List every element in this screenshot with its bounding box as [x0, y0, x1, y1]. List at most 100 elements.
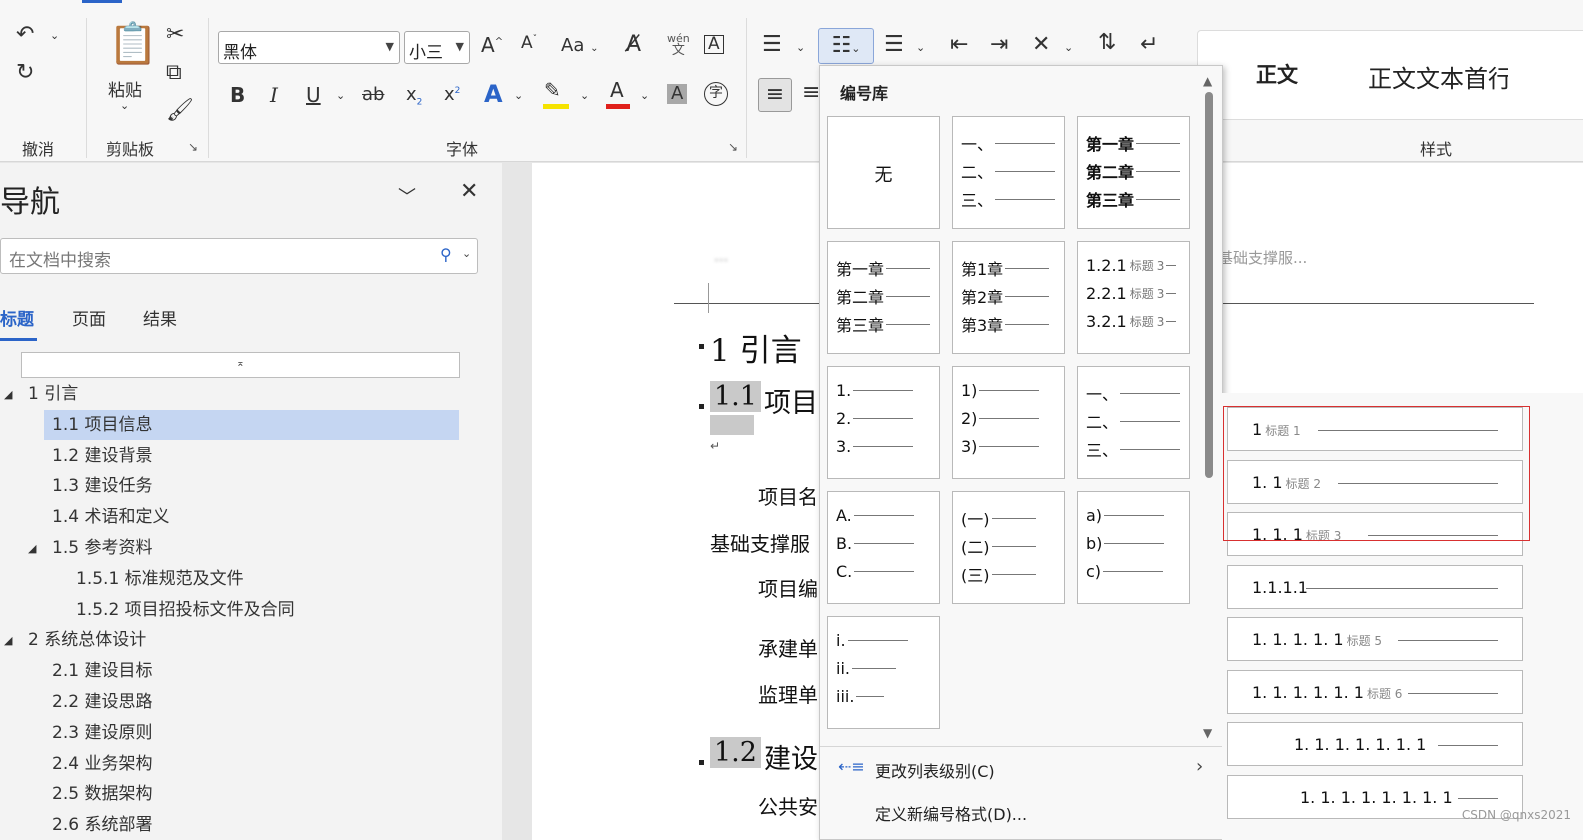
highlight-icon[interactable]: ✎	[544, 80, 561, 100]
tab-results[interactable]: 结果	[143, 305, 177, 330]
char-border-button[interactable]: A	[704, 35, 724, 54]
scroll-down-icon[interactable]: ▼	[1203, 726, 1212, 740]
undo-dropdown-icon[interactable]: ⌄	[50, 30, 59, 41]
numbering-format-cell[interactable]: (一) (二) (三)	[952, 491, 1065, 604]
font-family-combo[interactable]: 黑体 ▼	[218, 31, 400, 64]
paste-dropdown-icon[interactable]: ⌄	[120, 100, 129, 111]
show-marks-icon[interactable]: ↵	[1140, 34, 1158, 56]
list-level-cell[interactable]: 1. 1. 1. 1. 1 标题 5	[1227, 617, 1523, 661]
highlight-dropdown-icon[interactable]: ⌄	[580, 90, 589, 101]
numbering-format-cell[interactable]: A. B. C.	[827, 491, 940, 604]
underline-button[interactable]: U	[306, 85, 321, 105]
multilevel-dropdown-icon[interactable]: ⌄	[916, 42, 925, 53]
numbering-format-cell[interactable]: 第一章 第二章 第三章	[827, 241, 940, 354]
nav-heading-item[interactable]: 1.4 术语和定义	[44, 502, 177, 532]
font-launcher-icon[interactable]: ↘	[728, 140, 738, 154]
italic-button[interactable]: I	[270, 85, 278, 105]
grow-font-button[interactable]: A^	[481, 35, 503, 55]
nav-heading-item[interactable]: 2.5 数据架构	[44, 779, 160, 809]
collapse-all-bar[interactable]: ⌅	[21, 352, 460, 378]
font-color-dropdown-icon[interactable]: ⌄	[640, 90, 649, 101]
nav-heading-item[interactable]: 1.5 参考资料	[44, 533, 160, 563]
scroll-thumb[interactable]	[1205, 92, 1213, 478]
font-color-button[interactable]: A	[610, 80, 624, 100]
numbering-format-cell[interactable]: 一、 二、 三、	[952, 116, 1065, 229]
cut-icon[interactable]: ✂	[166, 24, 184, 46]
char-shading-button[interactable]: A	[667, 84, 688, 104]
numbering-format-cell[interactable]: a) b) c)	[1077, 491, 1190, 604]
bullets-icon[interactable]: ☰	[762, 34, 782, 56]
paste-button[interactable]: 粘贴	[108, 76, 142, 101]
clear-format-icon[interactable]: A̸	[626, 34, 641, 56]
text-effects-dropdown-icon[interactable]: ⌄	[514, 90, 523, 101]
subscript-button[interactable]: x2	[406, 86, 422, 108]
phonetic-guide-button[interactable]: wén 文	[667, 33, 690, 57]
asian-layout-icon[interactable]: ✕	[1032, 34, 1050, 56]
undo-icon[interactable]: ↶	[16, 24, 34, 46]
nav-heading-item[interactable]: 1.3 建设任务	[44, 471, 160, 501]
change-list-level-item[interactable]: ⇠≡ 更改列表级别(C) ›	[820, 747, 1224, 789]
numbering-format-cell[interactable]: 一、 二、 三、	[1077, 366, 1190, 479]
bold-button[interactable]: B	[230, 85, 245, 105]
nav-heading-item[interactable]: 2.2 建设思路	[44, 687, 160, 717]
nav-heading-item[interactable]: 1.5.2 项目招投标文件及合同	[68, 595, 303, 625]
copy-icon[interactable]: ⧉	[166, 62, 182, 84]
numbering-button[interactable]: ☷⌄	[818, 28, 874, 64]
underline-dropdown-icon[interactable]: ⌄	[336, 90, 345, 101]
align-left-icon[interactable]: ≡	[758, 78, 792, 112]
clipboard-launcher-icon[interactable]: ↘	[188, 140, 198, 154]
bullets-dropdown-icon[interactable]: ⌄	[796, 42, 805, 53]
search-input[interactable]: 在文档中搜索	[0, 238, 478, 274]
enclose-char-button[interactable]: 字	[704, 82, 728, 106]
chevron-down-icon[interactable]: ﹀	[398, 183, 416, 209]
search-dropdown-icon[interactable]: ⌄	[462, 247, 471, 260]
change-case-button[interactable]: Aa ⌄	[561, 37, 598, 55]
search-icon[interactable]: ⚲	[440, 245, 452, 264]
close-icon[interactable]: ✕	[460, 179, 478, 204]
scroll-up-icon[interactable]: ▲	[1203, 74, 1212, 88]
list-level-cell[interactable]: 1. 1. 1. 1. 1. 1 标题 6	[1227, 669, 1523, 714]
list-level-cell[interactable]: 1.1.1.1	[1227, 564, 1523, 609]
increase-indent-icon[interactable]: ⇥	[990, 34, 1008, 56]
format-painter-icon[interactable]: 🖌	[166, 100, 194, 122]
numbering-format-cell[interactable]: i. ii. iii.	[827, 616, 940, 729]
expand-triangle-icon[interactable]: ◢	[4, 634, 12, 647]
superscript-button[interactable]: x2	[444, 86, 460, 104]
tab-pages[interactable]: 页面	[72, 305, 106, 330]
dropdown-scrollbar[interactable]: ▲ ▼	[1203, 74, 1215, 742]
font-size-combo[interactable]: 小三 ▼	[404, 31, 470, 64]
nav-heading-item[interactable]: 2.3 建设原则	[44, 718, 160, 748]
numbering-format-cell[interactable]: 1.2.1 标题 3 2.2.1 标题 3 3.2.1 标题 3	[1077, 241, 1190, 354]
redo-icon[interactable]: ↻	[16, 62, 34, 84]
nav-heading-item[interactable]: 1.1 项目信息	[44, 409, 459, 440]
multilevel-list-icon[interactable]: ☰	[884, 34, 904, 56]
nav-heading-item[interactable]: 1.2 建设背景	[44, 441, 160, 471]
numbering-format-cell[interactable]: 第一章 第二章 第三章	[1077, 116, 1190, 229]
expand-triangle-icon[interactable]: ◢	[4, 388, 12, 401]
paste-icon[interactable]: 📋	[108, 24, 158, 64]
align-center-icon[interactable]: ≡	[802, 82, 820, 104]
nav-heading-item[interactable]: 2.6 系统部署	[44, 810, 160, 840]
tab-headings[interactable]: 标题	[0, 305, 34, 330]
style-normal[interactable]: 正文	[1256, 59, 1298, 89]
text-effects-icon[interactable]: A	[484, 82, 503, 106]
styles-gallery[interactable]: 正文 正文文本首行	[1197, 30, 1583, 120]
decrease-indent-icon[interactable]: ⇤	[950, 34, 968, 56]
nav-heading-item[interactable]: 1 引言	[20, 379, 86, 409]
numbering-format-cell[interactable]: 第1章 第2章 第3章	[952, 241, 1065, 354]
numbering-none-cell[interactable]: 无	[827, 116, 940, 229]
style-body-text-first-indent[interactable]: 正文文本首行	[1368, 59, 1508, 94]
sort-icon[interactable]: ⇅	[1098, 32, 1116, 54]
define-new-format-item[interactable]: 定义新编号格式(D)...	[820, 790, 1224, 832]
nav-heading-item[interactable]: 2.4 业务架构	[44, 749, 160, 779]
expand-triangle-icon[interactable]: ◢	[28, 542, 36, 555]
asian-layout-dropdown-icon[interactable]: ⌄	[1064, 42, 1073, 53]
nav-heading-item[interactable]: 2.1 建设目标	[44, 656, 160, 686]
nav-heading-item[interactable]: 1.5.1 标准规范及文件	[68, 564, 252, 594]
numbering-format-cell[interactable]: 1. 2. 3.	[827, 366, 940, 479]
strikethrough-button[interactable]: ab	[362, 86, 384, 104]
nav-heading-item[interactable]: 2 系统总体设计	[20, 625, 154, 655]
numbering-format-cell[interactable]: 1) 2) 3)	[952, 366, 1065, 479]
list-level-cell[interactable]: 1. 1. 1. 1. 1. 1. 1	[1227, 722, 1523, 766]
shrink-font-button[interactable]: Aˇ	[521, 35, 537, 52]
